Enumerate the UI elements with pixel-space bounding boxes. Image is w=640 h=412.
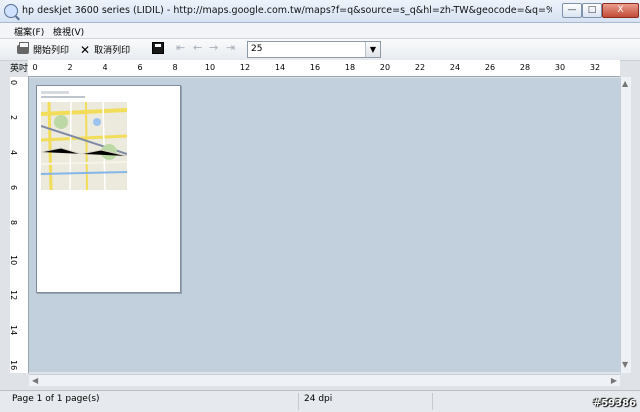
first-page-icon[interactable]: ⇤ [176, 42, 185, 54]
scroll-up-icon[interactable]: ▲ [622, 79, 628, 88]
vertical-scrollbar[interactable]: ▲ ▼ [620, 77, 631, 373]
ruler-tick: 6 [9, 185, 18, 191]
ruler-tick: 24 [449, 63, 461, 72]
status-divider [298, 393, 299, 410]
printer-icon [17, 42, 29, 54]
scroll-down-icon[interactable]: ▼ [622, 360, 628, 369]
menu-view[interactable]: 檢視(V) [53, 25, 84, 38]
horizontal-scrollbar[interactable]: ◀ ▶ [29, 374, 620, 386]
ruler-tick: 12 [9, 290, 18, 301]
watermark: #59386 [592, 398, 636, 409]
ruler-tick: 10 [9, 255, 18, 266]
maximize-button[interactable]: □ [582, 3, 602, 18]
page-header-bar [41, 91, 69, 94]
horizontal-ruler: 0 2 4 6 8 10 12 14 16 18 20 22 24 26 28 … [28, 60, 620, 77]
scroll-left-icon[interactable]: ◀ [32, 376, 38, 385]
previous-page-icon[interactable]: ← [193, 42, 202, 54]
vertical-ruler: 0 2 4 6 8 10 12 14 16 [9, 77, 29, 373]
ruler-tick: 32 [589, 63, 601, 72]
ruler-tick: 20 [379, 63, 391, 72]
ruler-tick: 16 [9, 360, 18, 371]
ruler-tick: 16 [309, 63, 321, 72]
ruler-tick: 18 [344, 63, 356, 72]
next-page-icon[interactable]: → [209, 42, 218, 54]
last-page-icon[interactable]: ⇥ [226, 42, 235, 54]
ruler-tick: 0 [32, 63, 38, 72]
save-icon[interactable] [152, 42, 164, 54]
ruler-tick: 10 [204, 63, 216, 72]
preview-canvas[interactable] [29, 78, 620, 372]
ruler-tick: 2 [67, 63, 73, 72]
status-divider [432, 393, 433, 410]
chevron-down-icon[interactable]: ▼ [365, 42, 380, 57]
ruler-tick: 12 [239, 63, 251, 72]
minimize-button[interactable]: — [562, 3, 582, 18]
ruler-tick: 6 [137, 63, 143, 72]
menu-file[interactable]: 檔案(F) [14, 25, 44, 38]
ruler-tick: 4 [102, 63, 108, 72]
cancel-print-label: 取消列印 [94, 46, 131, 56]
dpi-status: 24 dpi [304, 394, 333, 404]
ruler-unit: 英吋 [10, 64, 29, 74]
page-count-status: Page 1 of 1 page(s) [12, 394, 100, 404]
ruler-tick: 4 [9, 150, 18, 156]
status-bar: Page 1 of 1 page(s) 24 dpi #59386 [0, 390, 640, 412]
ruler-tick: 22 [414, 63, 426, 72]
window-title: hp deskjet 3600 series (LIDIL) - http://… [22, 5, 552, 16]
title-bar: hp deskjet 3600 series (LIDIL) - http://… [0, 0, 640, 23]
ruler-tick: 14 [9, 325, 18, 336]
start-print-button[interactable]: 開始列印 [17, 42, 69, 57]
zoom-value: 25 [251, 44, 263, 54]
ruler-tick: 8 [9, 220, 18, 226]
scroll-right-icon[interactable]: ▶ [611, 376, 617, 385]
preview-page [36, 85, 181, 293]
ruler-tick: 26 [484, 63, 496, 72]
map-thumbnail [41, 102, 127, 190]
menu-bar: 檔案(F) 檢視(V) [0, 23, 640, 39]
ruler-tick: 0 [9, 80, 18, 86]
close-button[interactable]: X [602, 3, 639, 18]
ruler-tick: 28 [519, 63, 531, 72]
close-icon: ✕ [80, 42, 91, 57]
page-header-line [41, 96, 85, 98]
map-graphic [41, 102, 127, 190]
start-print-label: 開始列印 [33, 46, 70, 56]
ruler-tick: 30 [554, 63, 566, 72]
ruler-tick: 8 [172, 63, 178, 72]
print-preview-icon [4, 4, 18, 18]
cancel-print-button[interactable]: ✕ 取消列印 [80, 42, 130, 57]
ruler-tick: 2 [9, 115, 18, 121]
ruler-tick: 14 [274, 63, 286, 72]
zoom-select[interactable]: 25 ▼ [247, 41, 381, 58]
